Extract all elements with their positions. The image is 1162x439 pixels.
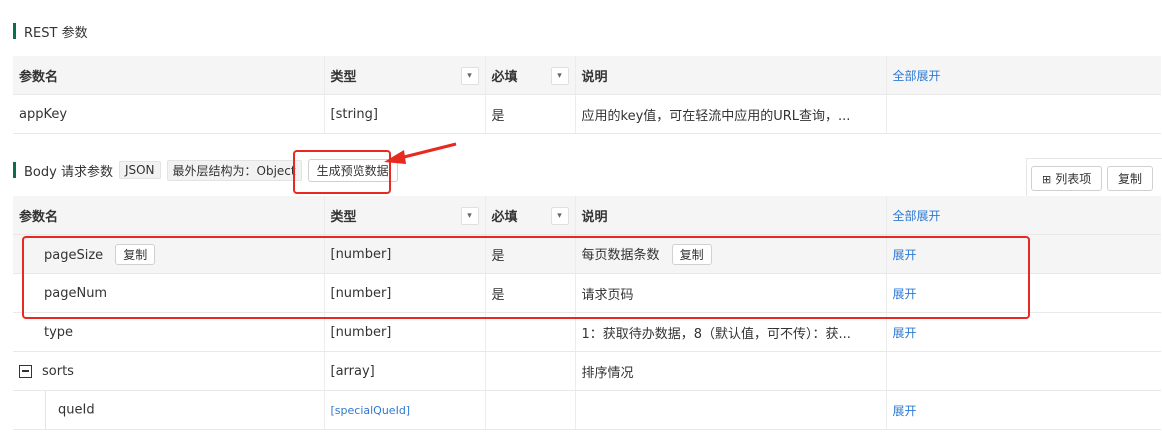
param-action: 展开 (885, 312, 1161, 352)
annotation-arrow-icon (384, 142, 457, 164)
param-required (484, 312, 575, 352)
param-type: [string] (323, 94, 485, 134)
table-header: 参数名 类型 ▾ 必填 ▾ 说明 全部展开 (13, 196, 1161, 235)
list-items-label: 列表项 (1055, 172, 1092, 186)
col-required-label: 必填 (491, 209, 518, 225)
param-desc: 排序情况 (574, 351, 886, 391)
param-name-text: pageSize (44, 247, 104, 263)
body-section-title: Body 请求参数 JSON 最外层结构为：Object 生成预览数据 (13, 158, 398, 182)
param-action (885, 94, 1161, 134)
expand-link[interactable]: 展开 (893, 248, 917, 262)
param-name: type (13, 312, 324, 352)
expand-all-link[interactable]: 全部展开 (885, 196, 1161, 235)
param-action (885, 351, 1161, 391)
table-row: sorts [array] 排序情况 (13, 351, 1161, 391)
caret-down-icon[interactable]: ▾ (460, 207, 479, 225)
col-required-label: 必填 (491, 69, 518, 85)
expand-link[interactable]: 展开 (893, 326, 917, 340)
param-desc (574, 390, 886, 430)
col-required-header: 必填 ▾ (484, 196, 575, 235)
rest-section-title: REST 参数 (13, 22, 88, 41)
body-section-label: Body 请求参数 (24, 164, 113, 180)
param-type: [number] (323, 234, 485, 274)
col-type-label: 类型 (330, 209, 357, 225)
col-desc-header: 说明 (574, 196, 886, 235)
body-toolbar: ⊞ 列表项 复制 (1026, 158, 1162, 197)
param-name: pageNum (13, 273, 324, 313)
param-type: [number] (323, 273, 485, 313)
table-header: 参数名 类型 ▾ 必填 ▾ 说明 全部展开 (13, 56, 1161, 95)
param-name-text: sorts (42, 363, 74, 379)
param-desc: 每页数据条数 复制 (574, 234, 886, 274)
table-row: appKey [string] 是 应用的key值，可在轻流中应用的URL查询，… (13, 94, 1161, 134)
caret-down-icon[interactable]: ▾ (550, 207, 569, 225)
col-required-header: 必填 ▾ (484, 56, 575, 95)
param-type: [number] (323, 312, 485, 352)
caret-down-icon[interactable]: ▾ (460, 67, 479, 85)
col-type-header: 类型 ▾ (323, 196, 485, 235)
param-action: 展开 (885, 273, 1161, 313)
expand-all-label[interactable]: 全部展开 (893, 69, 941, 83)
copy-body-button[interactable]: 复制 (1107, 166, 1154, 191)
param-name: queId (13, 390, 324, 430)
section-accent-bar (13, 23, 16, 39)
col-type-header: 类型 ▾ (323, 56, 485, 95)
expand-all-link[interactable]: 全部展开 (885, 56, 1161, 95)
param-required: 是 (484, 94, 575, 134)
col-desc-header: 说明 (574, 56, 886, 95)
param-name: appKey (13, 94, 324, 134)
param-desc: 请求页码 (574, 273, 886, 313)
list-items-button[interactable]: ⊞ 列表项 (1031, 166, 1103, 191)
col-type-label: 类型 (330, 69, 357, 85)
table-row: pageSize 复制 [number] 是 每页数据条数 复制 展开 (13, 234, 1161, 274)
param-required (484, 351, 575, 391)
copy-name-button[interactable]: 复制 (115, 243, 156, 265)
param-name: pageSize 复制 (13, 234, 324, 274)
expand-link[interactable]: 展开 (893, 287, 917, 301)
param-required: 是 (484, 234, 575, 274)
param-desc: 1：获取待办数据，8（默认值，可不传）：获... (574, 312, 886, 352)
expand-all-label[interactable]: 全部展开 (893, 209, 941, 223)
section-accent-bar (13, 162, 16, 178)
table-icon: ⊞ (1042, 173, 1052, 186)
expand-link[interactable]: 展开 (893, 404, 917, 418)
type-link[interactable]: [specialQueId] (331, 404, 411, 417)
collapse-icon[interactable] (19, 364, 32, 378)
rest-section-label: REST 参数 (24, 25, 88, 41)
table-row: queId [specialQueId] 展开 (13, 390, 1161, 430)
col-name-header: 参数名 (13, 56, 324, 95)
param-required (484, 390, 575, 430)
param-type: [array] (323, 351, 485, 391)
param-name-text: queId (58, 402, 95, 418)
param-type: [specialQueId] (323, 390, 485, 430)
param-desc: 应用的key值，可在轻流中应用的URL查询，... (574, 94, 886, 134)
rest-params-table: 参数名 类型 ▾ 必填 ▾ 说明 全部展开 appKey [string] 是 应用… (13, 56, 1161, 134)
col-name-header: 参数名 (13, 196, 324, 235)
caret-down-icon[interactable]: ▾ (550, 67, 569, 85)
copy-desc-button[interactable]: 复制 (671, 243, 712, 265)
param-action: 展开 (885, 390, 1161, 430)
param-desc-text: 每页数据条数 (581, 247, 660, 263)
structure-tag: 最外层结构为：Object (166, 159, 302, 181)
tree-indent-line (45, 391, 46, 429)
param-required: 是 (484, 273, 575, 313)
table-row: type [number] 1：获取待办数据，8（默认值，可不传）：获... 展… (13, 312, 1161, 352)
format-tag: JSON (118, 161, 161, 179)
body-params-table: 参数名 类型 ▾ 必填 ▾ 说明 全部展开 pageSize 复制 [number]… (13, 196, 1161, 430)
table-row: pageNum [number] 是 请求页码 展开 (13, 273, 1161, 313)
param-action: 展开 (885, 234, 1161, 274)
param-name: sorts (13, 351, 324, 391)
